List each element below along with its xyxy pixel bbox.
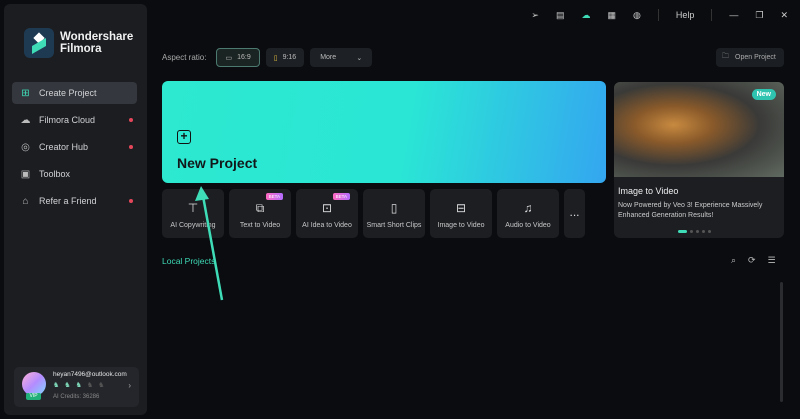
help-button[interactable]: Help	[676, 10, 695, 20]
close-icon[interactable]: ✕	[780, 10, 788, 21]
audio-video-icon: ♫	[523, 201, 533, 215]
portrait-icon: ▯	[273, 54, 278, 62]
brand-line1: Wondershare	[60, 31, 134, 43]
app-logo: Wondershare Filmora	[24, 28, 133, 58]
tool-text-to-video[interactable]: BETA ⧉ Text to Video	[229, 189, 291, 238]
tool-audio-to-video[interactable]: ♫ Audio to Video	[497, 189, 559, 238]
list-view-icon[interactable]: ☰	[768, 255, 776, 266]
notes-icon[interactable]: ▤	[556, 10, 565, 21]
tool-ai-copywriting[interactable]: ⊤ AI Copywriting	[162, 189, 224, 238]
new-project-button[interactable]: + New Project	[162, 81, 606, 183]
chevron-down-icon: ⌄	[356, 54, 363, 62]
new-project-label: New Project	[177, 155, 258, 171]
more-aspect-dropdown[interactable]: More ⌄	[310, 48, 373, 67]
local-projects-heading: Local Projects	[162, 256, 216, 266]
more-tools-button[interactable]: ...	[564, 189, 585, 238]
user-account-panel[interactable]: VIP heyan7496@outlook.com ♞ ♞ ♞ ♞ ♞ AI Credi…	[14, 367, 139, 407]
sidebar-item-create-project[interactable]: ⊞ Create Project	[12, 82, 137, 104]
gift-icon: ⌂	[22, 195, 29, 207]
apps-grid-icon[interactable]: ▦	[607, 10, 616, 21]
scrollbar[interactable]	[780, 282, 783, 402]
sidebar-item-creator-hub[interactable]: ◎ Creator Hub	[12, 136, 137, 158]
promo-card[interactable]: New Image to Video Now Powered by Veo 3!…	[614, 82, 784, 238]
send-icon[interactable]: ➢	[531, 10, 539, 21]
title-bar: ➢ ▤ ☁ ▦ ◍ Help — ❐ ✕	[531, 0, 800, 30]
sidebar-item-label: Refer a Friend	[39, 196, 97, 206]
minimize-icon[interactable]: —	[729, 10, 738, 20]
plus-file-icon: ⊞	[21, 87, 30, 99]
badge-icon: ♞	[86, 382, 94, 389]
landscape-icon: ▭	[225, 54, 233, 62]
sidebar-item-label: Filmora Cloud	[39, 115, 96, 125]
tool-image-to-video[interactable]: ⊟ Image to Video	[430, 189, 492, 238]
restore-icon[interactable]: ❐	[755, 10, 763, 21]
badge-icon: ♞	[98, 382, 105, 389]
headset-icon[interactable]: ◍	[633, 10, 641, 21]
text-video-icon: ⧉	[255, 201, 265, 215]
aspect-ratio-label: Aspect ratio:	[162, 53, 207, 62]
ai-tools-row: ⊤ AI Copywriting BETA ⧉ Text to Video BETA ⊡…	[162, 189, 585, 238]
sidebar: Wondershare Filmora ⊞ Create Project ☁ Film…	[4, 4, 147, 415]
text-ai-icon: ⊤	[187, 201, 199, 215]
carousel-dots[interactable]	[678, 230, 711, 233]
notification-dot	[129, 118, 133, 122]
beta-badge: BETA	[265, 193, 283, 200]
ai-credits: AI Credits: 36286	[53, 394, 100, 400]
cloud-upload-icon[interactable]: ☁	[581, 10, 590, 21]
idea-video-icon: ⊡	[321, 201, 333, 215]
brand-line2: Filmora	[60, 43, 102, 55]
sidebar-item-toolbox[interactable]: ▣ Toolbox	[12, 163, 137, 185]
folder-icon: 🗀	[722, 53, 729, 60]
achievement-badges: ♞ ♞ ♞ ♞ ♞	[53, 381, 104, 389]
open-project-button[interactable]: 🗀 Open Project	[716, 48, 784, 67]
notification-dot	[129, 145, 133, 149]
carousel-dot	[678, 230, 687, 233]
promo-title: Image to Video	[618, 186, 679, 196]
sidebar-item-label: Creator Hub	[39, 142, 89, 152]
plus-icon: +	[177, 130, 191, 144]
image-video-icon: ⊟	[455, 201, 467, 215]
carousel-dot	[702, 230, 705, 233]
promo-description: Now Powered by Veo 3! Experience Massive…	[618, 202, 763, 219]
chevron-right-icon[interactable]: ›	[128, 381, 131, 390]
sidebar-item-label: Toolbox	[39, 169, 71, 179]
search-icon[interactable]: ⌕	[731, 255, 736, 266]
sidebar-item-filmora-cloud[interactable]: ☁ Filmora Cloud	[12, 109, 137, 131]
tool-smart-short-clips[interactable]: ▯ Smart Short Clips	[363, 189, 425, 238]
carousel-dot	[690, 230, 693, 233]
clips-icon: ▯	[390, 201, 398, 215]
tool-ai-idea-to-video[interactable]: BETA ⊡ AI Idea to Video	[296, 189, 358, 238]
sidebar-item-refer-a-friend[interactable]: ⌂ Refer a Friend	[12, 190, 137, 212]
aspect-ratio-selector: Aspect ratio: ▭ 16:9 ▯ 9:16 More ⌄	[162, 48, 373, 67]
refresh-icon[interactable]: ⟳	[748, 255, 756, 266]
aspect-9-16-button[interactable]: ▯ 9:16	[265, 48, 305, 67]
aspect-16-9-button[interactable]: ▭ 16:9	[216, 48, 260, 67]
compass-icon: ◎	[21, 141, 30, 153]
cloud-icon: ☁	[20, 114, 31, 126]
user-email: heyan7496@outlook.com	[53, 371, 127, 378]
badge-icon: ♞	[75, 382, 82, 389]
divider	[711, 9, 713, 21]
badge-icon: ♞	[53, 382, 60, 389]
divider	[657, 9, 659, 21]
badge-icon: ♞	[64, 382, 71, 389]
vip-badge: VIP	[26, 393, 41, 400]
carousel-dot	[696, 230, 699, 233]
notification-dot	[129, 199, 133, 203]
toolbox-icon: ▣	[20, 168, 31, 180]
filmora-logo-icon	[24, 28, 54, 58]
beta-badge: BETA	[332, 193, 350, 200]
new-badge: New	[751, 89, 776, 100]
sidebar-item-label: Create Project	[39, 88, 97, 98]
carousel-dot	[708, 230, 711, 233]
